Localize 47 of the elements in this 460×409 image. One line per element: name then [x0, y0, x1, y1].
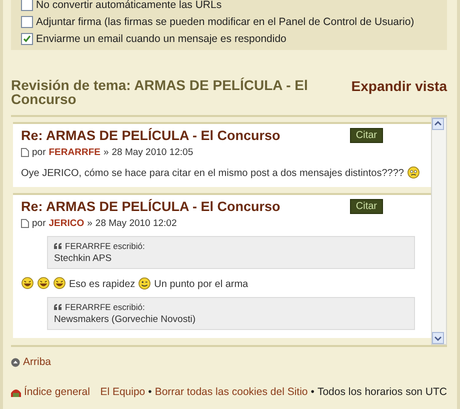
- home-icon: [11, 388, 21, 396]
- laughing-smiley-icon: [37, 277, 50, 290]
- checkbox[interactable]: [21, 0, 33, 10]
- quote-button[interactable]: Citar: [350, 199, 383, 214]
- post-text: Eso es rapidez: [69, 279, 136, 290]
- checkbox[interactable]: [21, 32, 33, 44]
- top-link[interactable]: Arriba: [11, 356, 52, 368]
- post-date: 28 May 2010 12:02: [95, 218, 177, 229]
- separator: »: [103, 147, 109, 158]
- laughing-smiley-icon: [53, 277, 66, 290]
- post-text: Oye JERICO, cómo se hace para citar en el mismo post a dos mensajes distintos????: [21, 168, 404, 179]
- option-label: Enviarme un email cuando un mensaje es respondido: [36, 32, 286, 44]
- separator: •: [148, 386, 152, 398]
- expand-view-link[interactable]: Expandir vista: [351, 78, 447, 94]
- footer-text: Todos los horarios son UTC: [317, 386, 447, 398]
- author-link[interactable]: JERICO: [48, 218, 84, 229]
- quote-mark-icon: [54, 304, 62, 310]
- separator: »: [87, 218, 92, 229]
- topic-review-heading: Revisión de tema: ARMAS DE PELÍCULA - El Concurso: [11, 78, 309, 106]
- scrollbar[interactable]: [431, 117, 447, 345]
- quote-button[interactable]: Citar: [350, 128, 383, 143]
- post-text: Un punto por el arma: [154, 279, 248, 290]
- quote-mark-icon: [54, 243, 62, 249]
- scroll-down-icon[interactable]: [432, 332, 444, 344]
- document-icon: [21, 219, 29, 228]
- board-index-link[interactable]: Índice general: [11, 386, 90, 398]
- option-label: No convertir automáticamente las URLs: [36, 0, 222, 10]
- post-title: Re: ARMAS DE PELÍCULA - El Concurso: [21, 128, 280, 143]
- option-label: Adjuntar firma (las firmas se pueden modificar en el Panel de Control de Usuario): [36, 16, 414, 28]
- separator: •: [310, 386, 314, 398]
- quote-author: FERARRFE escribió:: [65, 241, 145, 251]
- scroll-up-icon[interactable]: [432, 118, 444, 130]
- laughing-smiley-icon: [21, 277, 34, 290]
- document-icon: [21, 148, 29, 157]
- checkbox[interactable]: [21, 16, 33, 28]
- author-link[interactable]: FERARRFE: [48, 147, 100, 158]
- post-by-label: por: [32, 147, 46, 158]
- winking-smiley-icon: [138, 277, 152, 290]
- post-title: Re: ARMAS DE PELÍCULA - El Concurso: [21, 199, 280, 214]
- quote-text: Stechkin APS: [54, 253, 113, 264]
- footer-link[interactable]: El Equipo: [100, 386, 146, 398]
- quote-author: FERARRFE escribió:: [65, 302, 145, 312]
- confused-smiley-icon: [406, 166, 420, 179]
- post-by-label: por: [32, 218, 46, 229]
- post-date: 28 May 2010 12:05: [112, 147, 194, 158]
- quote-text: Newsmakers (Gorvechie Novosti): [54, 314, 196, 325]
- footer-link[interactable]: Borrar todas las cookies del Sitio: [154, 386, 308, 398]
